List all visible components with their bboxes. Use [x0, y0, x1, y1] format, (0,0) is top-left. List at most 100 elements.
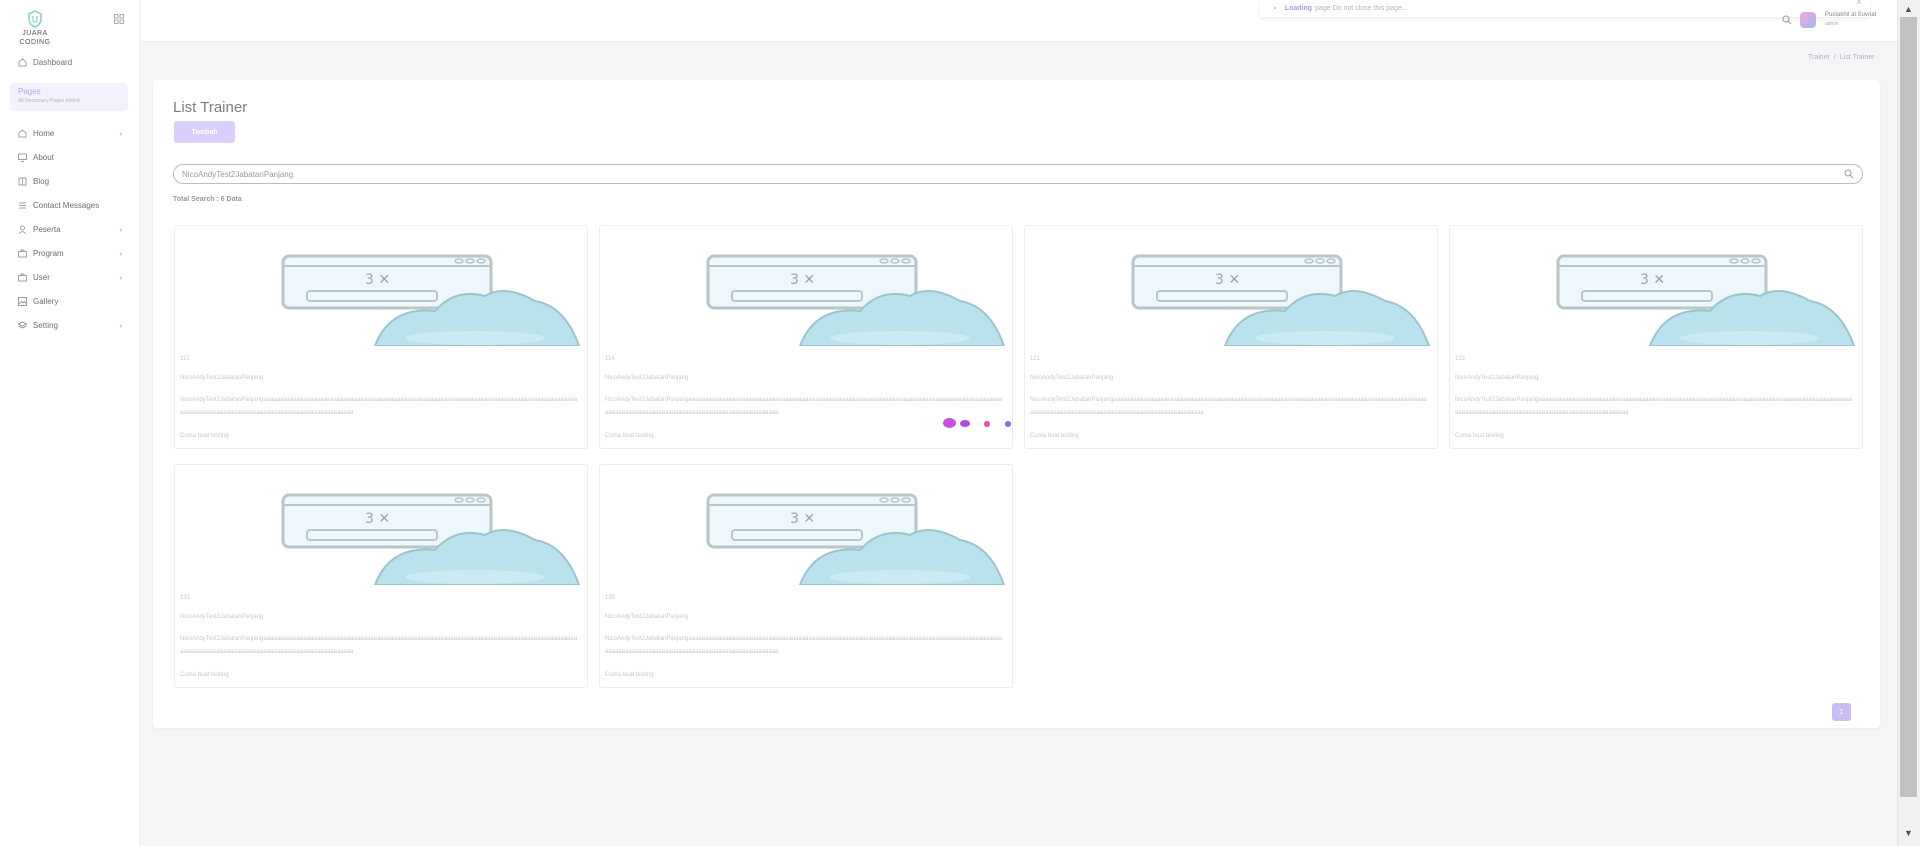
breadcrumb-parent[interactable]: Trainer [1808, 54, 1830, 61]
trainer-description: NicoAndyTest2JabatanPanjangaaaaaaaaaaaaa… [180, 397, 578, 416]
add-button[interactable]: Tambah [174, 121, 235, 143]
search-icon[interactable] [1844, 169, 1854, 179]
user-name: Pustakhil at Suvriat [1825, 12, 1877, 18]
trainer-description: NicoAndyTest2JabatanPanjangaaaaaaaaaaaaa… [180, 636, 578, 655]
placeholder-image: 3 ✕ [175, 226, 587, 346]
svg-text:3 ✕: 3 ✕ [365, 511, 390, 527]
sidebar-item-program[interactable]: Program › [18, 246, 124, 260]
search-input[interactable] [173, 164, 1863, 184]
trainer-card[interactable]: 3 ✕ 114 NicoAndyTest2JabatanPanjang NicoAn… [599, 225, 1013, 449]
sidebar-item-setting[interactable]: Setting › [18, 318, 124, 332]
trainer-card[interactable]: 3 ✕ 135 NicoAndyTest2JabatanPanjang NicoAn… [599, 464, 1013, 688]
chevron-right-icon: › [119, 249, 122, 258]
chevron-right-icon: › [119, 273, 122, 282]
trainer-id: 122 [1455, 356, 1466, 362]
svg-text:3 ✕: 3 ✕ [365, 272, 390, 288]
trainer-description: NicoAndyTest2JabatanPanjangaaaaaaaaaaaaa… [1455, 397, 1853, 416]
trainer-name: NicoAndyTest2JabatanPanjang [180, 614, 264, 620]
shield-logo-icon [28, 10, 42, 28]
book-icon [18, 177, 27, 186]
toast-title: Loading [1284, 5, 1313, 12]
pages-subtitle: All Necessary Pages Added [18, 98, 80, 104]
avatar[interactable] [1800, 12, 1816, 28]
chevron-right-icon: › [119, 321, 122, 330]
sidebar-item-user[interactable]: User › [18, 270, 124, 284]
scroll-up-arrow-icon[interactable]: ▲ [1900, 4, 1917, 14]
sidebar-item-label: User [33, 272, 50, 282]
sidebar-item-label: Gallery [33, 296, 59, 306]
trainer-note: Cuma buat testing [605, 433, 654, 439]
sidebar-item-label: Program [33, 248, 64, 258]
user-icon [18, 225, 27, 234]
trainer-description: NicoAndyTest2JabatanPanjangaaaaaaaaaaaaa… [605, 636, 1003, 655]
scrollbar-thumb[interactable] [1900, 17, 1917, 797]
sidebar-item-label: Home [33, 128, 55, 138]
briefcase-icon [18, 249, 27, 258]
image-icon [18, 296, 27, 306]
home-icon [18, 128, 27, 138]
sidebar-item-contact-messages[interactable]: Contact Messages [18, 198, 124, 212]
trainer-note: Cuma buat testing [180, 672, 229, 678]
toast-message: page Do not close this page... [1315, 5, 1408, 12]
loader-dot [943, 418, 956, 428]
trainer-id: 131 [180, 595, 191, 601]
sidebar-item-blog[interactable]: Blog [18, 174, 124, 188]
total-search-count: Total Search : 6 Data [173, 196, 242, 203]
pages-section: Pages All Necessary Pages Added [10, 83, 128, 111]
bell-icon: ◔ [1272, 4, 1277, 13]
loader-dot [1005, 421, 1011, 427]
sidebar-item-label: Peserta [33, 224, 61, 234]
svg-text:3 ✕: 3 ✕ [1640, 272, 1665, 288]
page-title: List Trainer [173, 99, 248, 116]
trainer-note: Cuma buat testing [180, 433, 229, 439]
trainer-name: NicoAndyTest2JabatanPanjang [180, 375, 264, 381]
placeholder-image: 3 ✕ [1025, 226, 1437, 346]
briefcase-icon [18, 273, 27, 282]
placeholder-image: 3 ✕ [600, 465, 1012, 585]
brand-name-line1: JUARA [22, 30, 48, 37]
grid-icon[interactable] [114, 14, 124, 24]
trainer-id: 135 [605, 595, 616, 601]
svg-text:3 ✕: 3 ✕ [790, 272, 815, 288]
loader-dot [984, 421, 990, 427]
svg-text:3 ✕: 3 ✕ [1215, 272, 1240, 288]
svg-text:3 ✕: 3 ✕ [790, 511, 815, 527]
search-icon[interactable] [1782, 15, 1792, 25]
monitor-icon [18, 153, 27, 162]
trainer-card[interactable]: 3 ✕ 131 NicoAndyTest2JabatanPanjang NicoAn… [174, 464, 588, 688]
sidebar-item-gallery[interactable]: Gallery [18, 294, 124, 308]
trainer-card[interactable]: 3 ✕ 122 NicoAndyTest2JabatanPanjang NicoAn… [1449, 225, 1863, 449]
user-role: admin [1825, 21, 1839, 27]
sidebar-item-about[interactable]: About [18, 150, 124, 164]
trainer-name: NicoAndyTest2JabatanPanjang [605, 614, 689, 620]
breadcrumb-current: List Trainer [1839, 54, 1875, 61]
trainer-id: 114 [605, 356, 615, 362]
layers-icon [18, 321, 27, 330]
sidebar-item-label: Contact Messages [33, 200, 100, 210]
trainer-note: Cuma buat testing [1030, 433, 1079, 439]
brand-logo[interactable]: JUARA CODING [14, 10, 56, 48]
chevron-right-icon: › [119, 225, 122, 234]
sidebar-item-label: Setting [33, 320, 58, 330]
pages-title: Pages [18, 87, 41, 96]
trainer-note: Cuma buat testing [1455, 433, 1504, 439]
sidebar-item-label: About [33, 152, 54, 162]
scroll-down-arrow-icon[interactable]: ▼ [1900, 828, 1917, 838]
brand-name-line2: CODING [19, 39, 51, 46]
trainer-id: 121 [1030, 356, 1041, 362]
trainer-description: NicoAndyTest2JabatanPanjangaaaaaaaaaaaaa… [1030, 397, 1428, 416]
breadcrumb: Trainer / List Trainer [1808, 54, 1875, 61]
sidebar-item-peserta[interactable]: Peserta › [18, 222, 124, 236]
placeholder-image: 3 ✕ [175, 465, 587, 585]
trainer-card[interactable]: 3 ✕ 112 NicoAndyTest2JabatanPanjang NicoAn… [174, 225, 588, 449]
trainer-card[interactable]: 3 ✕ 121 NicoAndyTest2JabatanPanjang NicoAn… [1024, 225, 1438, 449]
trainer-name: NicoAndyTest2JabatanPanjang [1030, 375, 1114, 381]
sidebar-item-home[interactable]: Home › [18, 126, 124, 140]
close-icon[interactable]: × [1856, 0, 1862, 8]
loader-dot [960, 420, 970, 427]
trainer-note: Cuma buat testing [605, 672, 654, 678]
pagination-page-button[interactable]: 1 [1832, 703, 1851, 721]
sidebar-item-dashboard[interactable]: Dashboard [18, 55, 124, 69]
placeholder-image: 3 ✕ [1450, 226, 1862, 346]
chevron-right-icon: › [119, 129, 122, 138]
